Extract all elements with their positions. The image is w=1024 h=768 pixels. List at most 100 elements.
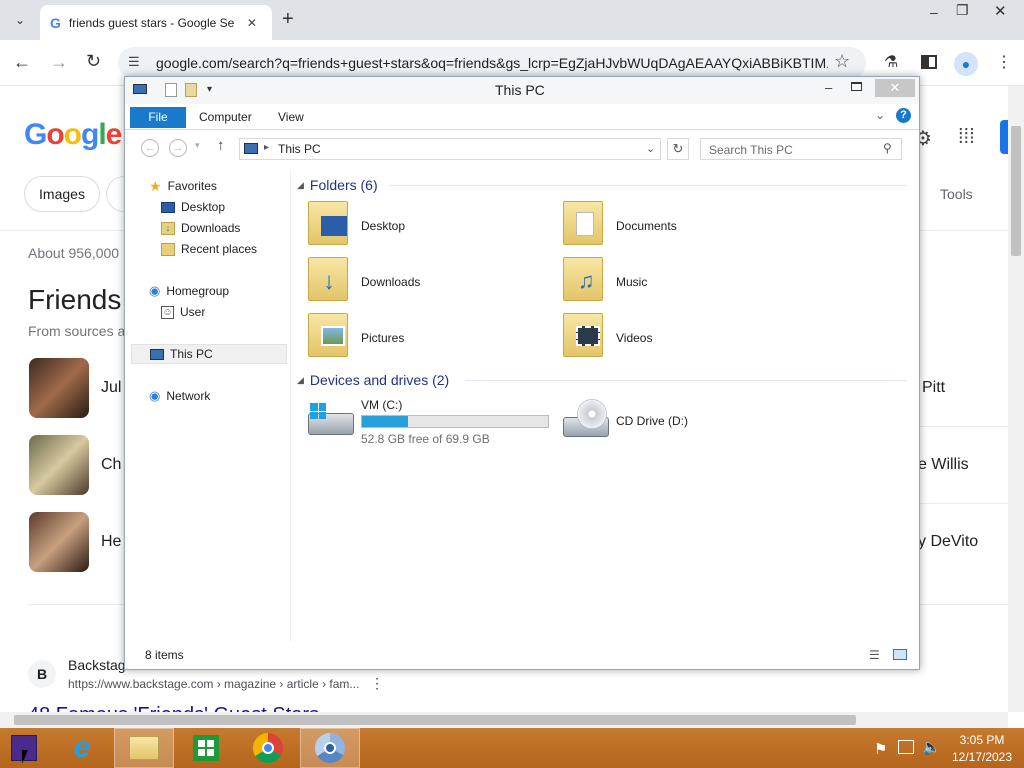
google-logo[interactable]: Google: [24, 118, 122, 152]
customize-toolbar-icon[interactable]: ▾: [207, 84, 212, 95]
folders-group-header[interactable]: ◢ Folders (6): [297, 177, 378, 193]
nav-network[interactable]: ◉ Network: [149, 386, 210, 406]
new-folder-icon[interactable]: [185, 83, 197, 97]
taskbar-chromium[interactable]: [300, 728, 360, 768]
this-pc-icon: [150, 348, 164, 360]
person-name-right[interactable]: e Willis: [918, 456, 969, 474]
taskbar-store[interactable]: [176, 728, 236, 768]
forward-arrow-icon[interactable]: →: [50, 52, 68, 73]
labs-flask-icon[interactable]: ⚗: [884, 52, 898, 72]
address-bar[interactable]: ☰ google.com/search?q=friends+guest+star…: [118, 47, 866, 79]
profile-avatar-icon[interactable]: ●: [954, 52, 978, 76]
search-icon[interactable]: ⚲: [883, 141, 892, 155]
bookmark-star-icon[interactable]: ☆: [834, 51, 850, 72]
person-thumbnail[interactable]: [29, 512, 89, 572]
clock-date[interactable]: 12/17/2023: [948, 750, 1016, 764]
site-settings-icon[interactable]: ☰: [128, 54, 140, 70]
properties-icon[interactable]: [165, 83, 177, 97]
network-tray-icon[interactable]: [898, 740, 914, 754]
taskbar-chrome[interactable]: [238, 728, 298, 768]
nav-desktop[interactable]: Desktop: [161, 197, 225, 217]
taskbar-file-explorer[interactable]: [114, 728, 174, 768]
explorer-close-icon[interactable]: ✕: [875, 79, 915, 97]
horizontal-scrollbar[interactable]: [0, 712, 1008, 728]
nav-user[interactable]: ☺ User: [161, 302, 205, 322]
person-name-left[interactable]: Jul: [101, 379, 121, 397]
url-text: google.com/search?q=friends+guest+stars&…: [156, 55, 828, 71]
drive-usage-fill: [362, 416, 408, 427]
folder-downloads[interactable]: ↓ Downloads: [308, 257, 548, 309]
browser-tab[interactable]: G friends guest stars - Google Se ✕: [40, 5, 272, 40]
window-minimize-icon[interactable]: –: [930, 4, 938, 20]
vertical-scrollbar[interactable]: [1008, 86, 1024, 712]
back-icon[interactable]: ←: [141, 139, 159, 157]
tools-link[interactable]: Tools: [940, 186, 973, 202]
ribbon-tab-computer[interactable]: Computer: [189, 107, 262, 128]
side-panel-icon[interactable]: [921, 55, 937, 69]
forward-icon[interactable]: →: [169, 139, 187, 157]
folder-videos[interactable]: Videos: [563, 313, 803, 365]
nav-label: Network: [166, 389, 211, 403]
nav-favorites[interactable]: ★ Favorites: [149, 176, 217, 196]
action-center-flag-icon[interactable]: ⚑: [874, 740, 887, 758]
address-text[interactable]: This PC: [278, 142, 321, 156]
chip-images[interactable]: Images: [24, 176, 100, 212]
reload-icon[interactable]: ↻: [86, 51, 101, 72]
taskbar-internet-explorer[interactable]: e: [52, 728, 112, 768]
collapse-triangle-icon: ◢: [297, 374, 304, 385]
folder-documents[interactable]: Documents: [563, 201, 803, 253]
explorer-titlebar[interactable]: ▾ This PC – ✕: [125, 77, 919, 104]
person-name-left[interactable]: He: [101, 533, 121, 551]
ribbon-tab-view[interactable]: View: [268, 107, 314, 128]
nav-label: User: [180, 305, 206, 319]
chromium-icon: [315, 733, 345, 763]
refresh-icon[interactable]: ↻: [667, 138, 689, 160]
search-box[interactable]: Search This PC ⚲: [700, 138, 902, 160]
explorer-maximize-icon[interactable]: [851, 82, 862, 91]
downloads-folder-icon: ↓: [308, 257, 348, 301]
folder-pictures[interactable]: Pictures: [308, 313, 548, 365]
apps-grid-icon[interactable]: ⁞⁞⁞: [958, 126, 975, 149]
window-restore-icon[interactable]: ❐: [956, 2, 969, 19]
sign-in-button-edge[interactable]: [1000, 120, 1008, 154]
group-title: Folders (6): [309, 177, 378, 193]
nav-homegroup[interactable]: ◉ Homegroup: [149, 281, 229, 301]
tab-close-icon[interactable]: ✕: [247, 16, 257, 30]
person-name-right[interactable]: Pitt: [922, 379, 945, 397]
store-icon: [193, 735, 219, 761]
ribbon-tab-file[interactable]: File: [130, 107, 186, 128]
clock-time[interactable]: 3:05 PM: [958, 733, 1006, 747]
drives-group-header[interactable]: ◢ Devices and drives (2): [297, 372, 449, 388]
drive-c[interactable]: VM (C:) 52.8 GB free of 69.9 GB: [308, 395, 558, 446]
folder-music[interactable]: ♫ Music: [563, 257, 803, 309]
folder-desktop[interactable]: Desktop: [308, 201, 548, 253]
recent-locations-icon[interactable]: ▾: [195, 140, 200, 151]
large-icons-view-icon[interactable]: [893, 649, 907, 660]
tab-search-button[interactable]: ⌄: [8, 8, 32, 32]
result-url[interactable]: https://www.backstage.com › magazine › a…: [68, 677, 359, 691]
address-field[interactable]: ▸ This PC ⌄: [239, 138, 661, 160]
window-close-icon[interactable]: ✕: [994, 2, 1007, 20]
new-tab-button[interactable]: +: [282, 8, 294, 31]
person-name-right[interactable]: y DeVito: [918, 533, 978, 551]
person-thumbnail[interactable]: [29, 435, 89, 495]
nav-this-pc[interactable]: This PC: [131, 344, 287, 364]
scrollbar-thumb[interactable]: [1011, 126, 1021, 256]
result-more-icon[interactable]: ⋮: [370, 675, 384, 692]
drive-d[interactable]: CD Drive (D:): [563, 395, 763, 445]
details-view-icon[interactable]: ☰: [869, 648, 880, 662]
nav-recent-places[interactable]: Recent places: [161, 239, 257, 259]
nav-downloads[interactable]: ↓ Downloads: [161, 218, 240, 238]
breadcrumb-chevron-icon[interactable]: ▸: [264, 142, 269, 153]
explorer-minimize-icon[interactable]: –: [825, 80, 832, 95]
chrome-menu-icon[interactable]: ⋮: [996, 52, 1012, 72]
address-dropdown-icon[interactable]: ⌄: [646, 142, 655, 155]
person-name-left[interactable]: Ch: [101, 456, 121, 474]
help-icon[interactable]: ?: [896, 108, 911, 123]
scrollbar-thumb[interactable]: [14, 715, 856, 725]
volume-muted-icon[interactable]: 🔈: [922, 738, 941, 756]
person-thumbnail[interactable]: [29, 358, 89, 418]
ribbon-expand-icon[interactable]: ⌄: [875, 108, 885, 122]
up-arrow-icon[interactable]: ↑: [217, 137, 225, 154]
back-arrow-icon[interactable]: ←: [13, 52, 31, 73]
